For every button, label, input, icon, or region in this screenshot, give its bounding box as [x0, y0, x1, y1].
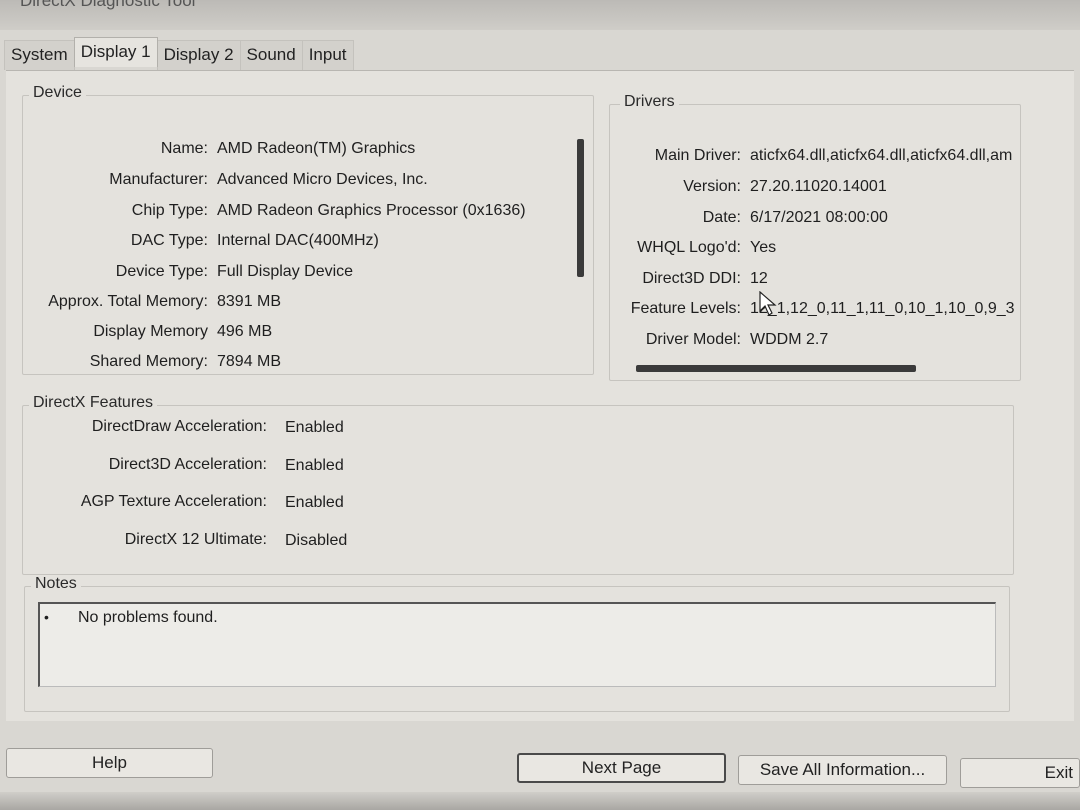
device-vertical-scrollbar[interactable]: [577, 139, 584, 277]
title-bar: DirectX Diagnostic Tool: [0, 0, 1080, 30]
device-value: 7894 MB: [217, 353, 282, 370]
driver-value: Yes: [750, 239, 777, 256]
bottom-edge: [0, 792, 1080, 810]
dx-value: Enabled: [285, 457, 344, 474]
device-label: Shared Memory:: [89, 353, 208, 370]
device-label: Device Type:: [115, 263, 208, 280]
tab-bar: System Display 1 Display 2 Sound Input: [4, 37, 354, 70]
device-value: AMD Radeon(TM) Graphics: [217, 140, 416, 157]
driver-value: 12: [750, 270, 768, 287]
device-label: Approx. Total Memory:: [48, 293, 208, 310]
dx-value: Enabled: [285, 494, 344, 511]
device-legend: Device: [29, 84, 86, 102]
device-label: DAC Type:: [130, 232, 208, 249]
exit-button[interactable]: Exit: [960, 758, 1080, 788]
drivers-horizontal-scrollbar[interactable]: [636, 365, 916, 372]
tab-system[interactable]: System: [4, 40, 75, 70]
bullet-icon: •: [44, 609, 49, 625]
driver-label: WHQL Logo'd:: [637, 239, 741, 256]
device-label: Display Memory: [93, 323, 208, 340]
tab-sound[interactable]: Sound: [239, 40, 303, 70]
notes-text-area[interactable]: • No problems found.: [38, 602, 996, 687]
notes-legend: Notes: [31, 575, 81, 593]
device-value: 496 MB: [217, 323, 273, 340]
dx-value: Enabled: [285, 419, 344, 436]
device-value: Full Display Device: [217, 263, 354, 280]
directx-legend: DirectX Features: [29, 394, 158, 412]
driver-label: Feature Levels:: [630, 300, 741, 317]
device-label: Manufacturer:: [109, 171, 208, 188]
tab-input[interactable]: Input: [301, 40, 354, 70]
device-value: Internal DAC(400MHz): [217, 232, 379, 249]
driver-value: WDDM 2.7: [750, 331, 829, 348]
driver-value: 6/17/2021 08:00:00: [750, 209, 888, 226]
device-label: Chip Type:: [131, 202, 208, 219]
driver-label: Direct3D DDI:: [642, 270, 741, 287]
device-label: Name:: [160, 140, 208, 157]
driver-label: Driver Model:: [645, 331, 741, 348]
dx-label: AGP Texture Acceleration:: [80, 493, 267, 510]
window-title: DirectX Diagnostic Tool: [20, 0, 196, 10]
device-value: AMD Radeon Graphics Processor (0x1636): [217, 202, 526, 219]
note-item: No problems found.: [78, 609, 218, 626]
driver-value: 27.20.11020.14001: [750, 178, 887, 195]
dx-value: Disabled: [285, 532, 348, 549]
dx-label: Direct3D Acceleration:: [108, 456, 267, 473]
driver-label: Main Driver:: [654, 147, 741, 164]
device-value: 8391 MB: [217, 293, 282, 310]
driver-label: Date:: [702, 209, 741, 226]
dx-label: DirectX 12 Ultimate:: [124, 531, 267, 548]
next-page-button[interactable]: Next Page: [517, 753, 726, 783]
help-button[interactable]: Help: [6, 748, 213, 778]
tab-display-1[interactable]: Display 1: [73, 37, 158, 67]
mouse-pointer-icon: [759, 291, 777, 316]
save-all-information-button[interactable]: Save All Information...: [738, 755, 947, 785]
driver-value: 12_1,12_0,11_1,11_0,10_1,10_0,9_3: [750, 300, 1015, 317]
dx-label: DirectDraw Acceleration:: [91, 418, 267, 435]
driver-label: Version:: [683, 178, 741, 195]
drivers-legend: Drivers: [620, 93, 679, 111]
driver-value: aticfx64.dll,aticfx64.dll,aticfx64.dll,a…: [750, 147, 1013, 164]
device-value: Advanced Micro Devices, Inc.: [217, 171, 428, 188]
tab-display-2[interactable]: Display 2: [156, 40, 241, 70]
